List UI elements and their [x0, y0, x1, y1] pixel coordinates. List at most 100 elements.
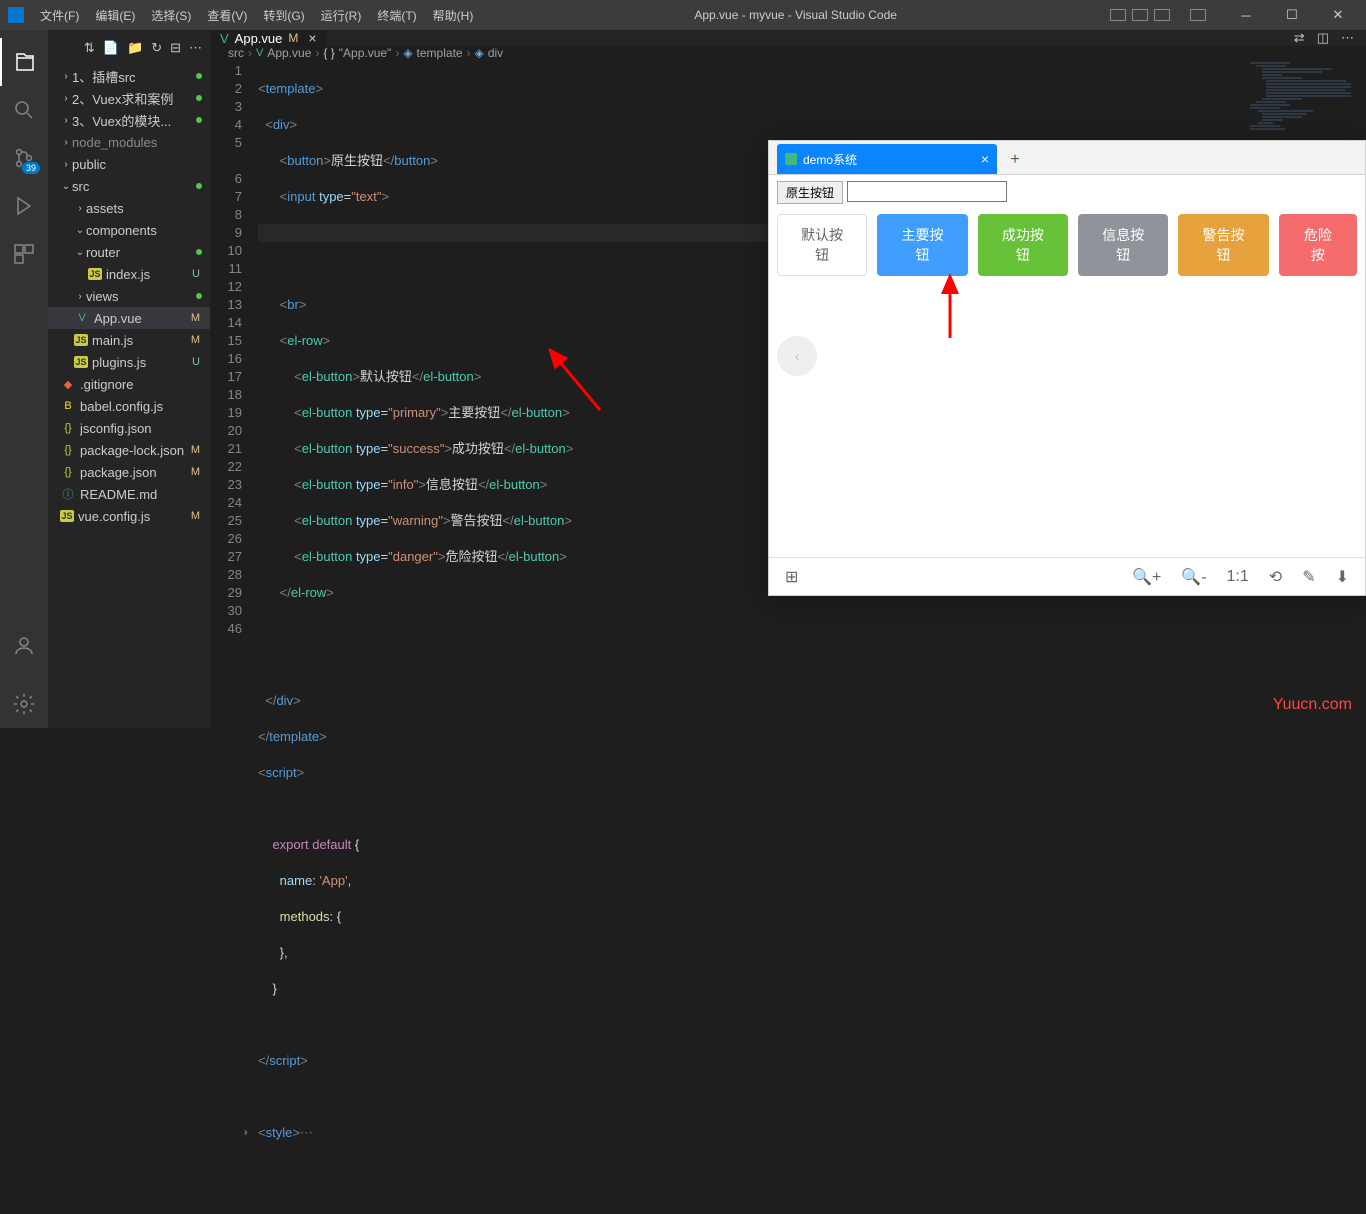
- browser-tab[interactable]: demo系统 ×: [777, 144, 997, 174]
- settings-icon[interactable]: [0, 680, 48, 728]
- tab-modified: M: [288, 31, 298, 45]
- compare-icon[interactable]: ⇄: [1294, 30, 1305, 46]
- js-icon: JS: [88, 268, 102, 280]
- grid-icon[interactable]: ⊞: [785, 567, 798, 587]
- more-icon[interactable]: ⋯: [1341, 30, 1354, 46]
- source-control-icon[interactable]: 39: [0, 134, 48, 182]
- explorer-sidebar: ⇅ 📄 📁 ↻ ⊟ ⋯ ›1、插槽src ›2、Vuex求和案例 ›3、Vuex…: [48, 30, 210, 728]
- js-icon: JS: [60, 510, 74, 522]
- more-icon[interactable]: ⋯: [189, 40, 202, 56]
- file-tree: ›1、插槽src ›2、Vuex求和案例 ›3、Vuex的模块... ›node…: [48, 65, 210, 527]
- new-tab-button[interactable]: +: [1001, 146, 1029, 174]
- btn-danger[interactable]: 危险按: [1279, 214, 1357, 276]
- menu-view[interactable]: 查看(V): [199, 3, 255, 28]
- vue-icon: V: [256, 47, 263, 59]
- scm-badge: 39: [22, 162, 40, 174]
- vue-icon: [785, 153, 797, 165]
- preview-toolbar: ⊞ 🔍+ 🔍- 1:1 ⟲ ✎ ⬇: [769, 557, 1365, 595]
- file-readme[interactable]: ⓘREADME.md: [48, 483, 210, 505]
- layout-custom-icon[interactable]: [1190, 9, 1206, 21]
- refresh-icon[interactable]: ↻: [151, 40, 162, 56]
- folder-assets[interactable]: ›assets: [48, 197, 210, 219]
- edit-icon[interactable]: ✎: [1302, 567, 1315, 587]
- file-main-js[interactable]: JSmain.jsM: [48, 329, 210, 351]
- window-controls: ─ ☐ ✕: [1226, 0, 1358, 30]
- breadcrumbs[interactable]: src› VApp.vue› { } "App.vue"› ◈template›…: [210, 46, 1366, 60]
- rotate-icon[interactable]: ⟲: [1269, 567, 1282, 587]
- window-title: App.vue - myvue - Visual Studio Code: [481, 8, 1110, 22]
- btn-primary[interactable]: 主要按钮: [877, 214, 967, 276]
- menu-run[interactable]: 运行(R): [313, 3, 370, 28]
- folder-router[interactable]: ⌄router: [48, 241, 210, 263]
- download-icon[interactable]: ⬇: [1336, 567, 1349, 587]
- sort-icon[interactable]: ⇅: [84, 40, 95, 56]
- native-input[interactable]: [847, 181, 1007, 202]
- folder-components[interactable]: ⌄components: [48, 219, 210, 241]
- menu-terminal[interactable]: 终端(T): [369, 3, 424, 28]
- close-button[interactable]: ✕: [1318, 0, 1358, 30]
- watermark: Yuucn.com: [1273, 696, 1352, 714]
- page-content: 原生按钮 默认按钮 主要按钮 成功按钮 信息按钮 警告按钮 危险按 ‹: [769, 175, 1365, 557]
- folder-views[interactable]: ›views: [48, 285, 210, 307]
- layout-right-icon[interactable]: [1154, 9, 1170, 21]
- git-icon: ◆: [60, 378, 76, 391]
- zoom-in-icon[interactable]: 🔍+: [1132, 567, 1161, 587]
- tab-close-icon[interactable]: ×: [981, 151, 989, 167]
- file-vue-config[interactable]: JSvue.config.jsM: [48, 505, 210, 527]
- search-icon[interactable]: [0, 86, 48, 134]
- btn-success[interactable]: 成功按钮: [978, 214, 1068, 276]
- btn-info[interactable]: 信息按钮: [1078, 214, 1168, 276]
- folder-3[interactable]: ›3、Vuex的模块...: [48, 109, 210, 131]
- activity-bar: 39: [0, 30, 48, 728]
- layout-bottom-icon[interactable]: [1132, 9, 1148, 21]
- file-app-vue[interactable]: VApp.vueM: [48, 307, 210, 329]
- file-package[interactable]: {}package.jsonM: [48, 461, 210, 483]
- fold-icon[interactable]: ›: [244, 1124, 247, 1142]
- file-package-lock[interactable]: {}package-lock.jsonM: [48, 439, 210, 461]
- btn-warning[interactable]: 警告按钮: [1178, 214, 1268, 276]
- json-icon: {}: [60, 444, 76, 456]
- menu-edit[interactable]: 编辑(E): [87, 3, 143, 28]
- vue-icon: V: [220, 31, 229, 46]
- run-debug-icon[interactable]: [0, 182, 48, 230]
- menu-go[interactable]: 转到(G): [255, 3, 312, 28]
- carousel-prev-button[interactable]: ‹: [777, 336, 817, 376]
- zoom-out-icon[interactable]: 🔍-: [1181, 567, 1206, 587]
- native-button[interactable]: 原生按钮: [777, 181, 843, 204]
- menu-help[interactable]: 帮助(H): [425, 3, 482, 28]
- tab-close-icon[interactable]: ×: [308, 30, 316, 46]
- accounts-icon[interactable]: [0, 622, 48, 670]
- actual-size-icon[interactable]: 1:1: [1227, 568, 1249, 586]
- folder-node-modules[interactable]: ›node_modules: [48, 131, 210, 153]
- folder-1[interactable]: ›1、插槽src: [48, 65, 210, 87]
- extensions-icon[interactable]: [0, 230, 48, 278]
- folder-2[interactable]: ›2、Vuex求和案例: [48, 87, 210, 109]
- menu-bar: 文件(F) 编辑(E) 选择(S) 查看(V) 转到(G) 运行(R) 终端(T…: [32, 3, 481, 28]
- btn-default[interactable]: 默认按钮: [777, 214, 867, 276]
- folder-public[interactable]: ›public: [48, 153, 210, 175]
- new-file-icon[interactable]: 📄: [103, 40, 119, 56]
- js-icon: JS: [74, 356, 88, 368]
- file-gitignore[interactable]: ◆.gitignore: [48, 373, 210, 395]
- menu-selection[interactable]: 选择(S): [143, 3, 199, 28]
- split-icon[interactable]: ◫: [1317, 30, 1329, 46]
- cube-icon: ◈: [475, 46, 484, 60]
- collapse-icon[interactable]: ⊟: [170, 40, 181, 56]
- element-button-row: 默认按钮 主要按钮 成功按钮 信息按钮 警告按钮 危险按: [777, 214, 1357, 276]
- file-babel[interactable]: Bbabel.config.js: [48, 395, 210, 417]
- json-icon: {}: [60, 422, 76, 434]
- editor-actions: ⇄ ◫ ⋯: [1294, 30, 1366, 46]
- browser-tabbar: demo系统 × +: [769, 141, 1365, 175]
- maximize-button[interactable]: ☐: [1272, 0, 1312, 30]
- menu-file[interactable]: 文件(F): [32, 3, 87, 28]
- layout-left-icon[interactable]: [1110, 9, 1126, 21]
- new-folder-icon[interactable]: 📁: [127, 40, 143, 56]
- file-jsconfig[interactable]: {}jsconfig.json: [48, 417, 210, 439]
- explorer-icon[interactable]: [0, 38, 48, 86]
- minimize-button[interactable]: ─: [1226, 0, 1266, 30]
- tab-app-vue[interactable]: V App.vue M ×: [210, 30, 328, 46]
- file-index-js[interactable]: JSindex.jsU: [48, 263, 210, 285]
- json-icon: {}: [60, 466, 76, 478]
- folder-src[interactable]: ⌄src: [48, 175, 210, 197]
- file-plugins-js[interactable]: JSplugins.jsU: [48, 351, 210, 373]
